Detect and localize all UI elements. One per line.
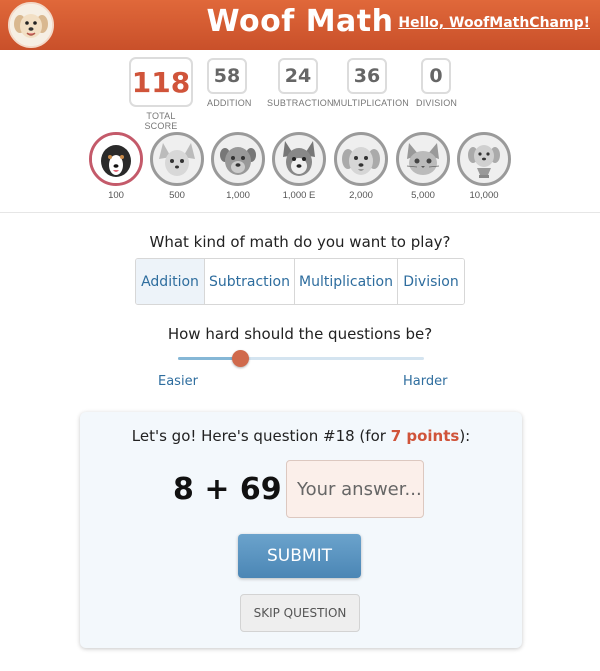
- division-score-label: DIVISION: [416, 98, 458, 108]
- total-score-label: TOTAL SCORE: [144, 111, 178, 131]
- question-points: 7 points: [390, 427, 460, 445]
- difficulty-prompt: How hard should the questions be?: [167, 325, 433, 343]
- harder-label: Harder: [403, 374, 448, 389]
- badge-label: 500: [169, 190, 185, 201]
- submit-button[interactable]: SUBMIT: [238, 534, 361, 578]
- division-score-value: 0: [421, 58, 451, 94]
- multiplication-score-label: MULTIPLICATION: [333, 98, 409, 108]
- addition-score-label: ADDITION: [207, 98, 252, 108]
- question-prompt-end: ):: [459, 427, 471, 445]
- husky-dog-icon: [272, 132, 326, 186]
- user-greeting-link[interactable]: Hello, WoofMathChamp!: [398, 15, 590, 31]
- badge-100[interactable]: 100: [88, 132, 144, 201]
- slider-thumb[interactable]: [231, 350, 249, 367]
- bernese-dog-icon: [89, 132, 143, 186]
- total-score-stat: 118 TOTAL SCORE: [129, 57, 193, 131]
- app-header: Woof Math Hello, WoofMathChamp!: [0, 0, 600, 50]
- section-divider: [0, 212, 600, 213]
- badge-label: 100: [108, 190, 124, 201]
- badge-label: 5,000: [411, 190, 435, 201]
- badge-10000[interactable]: 10,000: [456, 132, 512, 201]
- slider-fill: [178, 357, 240, 360]
- rottweiler-dog-icon: [211, 132, 265, 186]
- question-card: Let's go! Here's question #18 (for 7 poi…: [80, 412, 522, 648]
- badge-5000[interactable]: 5,000: [395, 132, 451, 201]
- tab-addition[interactable]: Addition: [136, 259, 205, 304]
- chihuahua-dog-icon: [150, 132, 204, 186]
- badge-label: 10,000: [469, 190, 499, 201]
- total-score-value: 118: [129, 57, 193, 107]
- badge-label: 1,000 E: [282, 190, 316, 201]
- tab-multiplication[interactable]: Multiplication: [295, 259, 398, 304]
- multiplication-stat: 36 MULTIPLICATION: [333, 58, 409, 108]
- answer-input[interactable]: [286, 460, 424, 518]
- easier-label: Easier: [158, 374, 198, 389]
- badge-label: 1,000: [226, 190, 250, 201]
- cat-icon: [396, 132, 450, 186]
- golden-retriever-icon: [334, 132, 388, 186]
- badge-1000-e[interactable]: 1,000 E: [271, 132, 327, 201]
- division-stat: 0 DIVISION: [416, 58, 458, 108]
- addition-stat: 58 ADDITION: [207, 58, 252, 108]
- difficulty-slider[interactable]: [178, 350, 424, 367]
- badge-2000[interactable]: 2,000: [333, 132, 389, 201]
- subtraction-score-value: 24: [278, 58, 318, 94]
- badge-label: 2,000: [349, 190, 373, 201]
- tab-subtraction[interactable]: Subtraction: [205, 259, 295, 304]
- skip-question-button[interactable]: SKIP QUESTION: [240, 594, 360, 632]
- badge-500[interactable]: 500: [149, 132, 205, 201]
- addition-score-value: 58: [207, 58, 247, 94]
- subtraction-score-label: SUBTRACTION: [267, 98, 334, 108]
- tab-division[interactable]: Division: [398, 259, 464, 304]
- trophy-dog-icon: [457, 132, 511, 186]
- multiplication-score-value: 36: [347, 58, 387, 94]
- badge-1000[interactable]: 1,000: [210, 132, 266, 201]
- question-prompt-start: Let's go! Here's question #18 (for: [131, 427, 391, 445]
- math-type-selector: Addition Subtraction Multiplication Divi…: [135, 258, 465, 305]
- math-type-prompt: What kind of math do you want to play?: [149, 233, 451, 251]
- question-prompt: Let's go! Here's question #18 (for 7 poi…: [80, 427, 522, 445]
- subtraction-stat: 24 SUBTRACTION: [267, 58, 334, 108]
